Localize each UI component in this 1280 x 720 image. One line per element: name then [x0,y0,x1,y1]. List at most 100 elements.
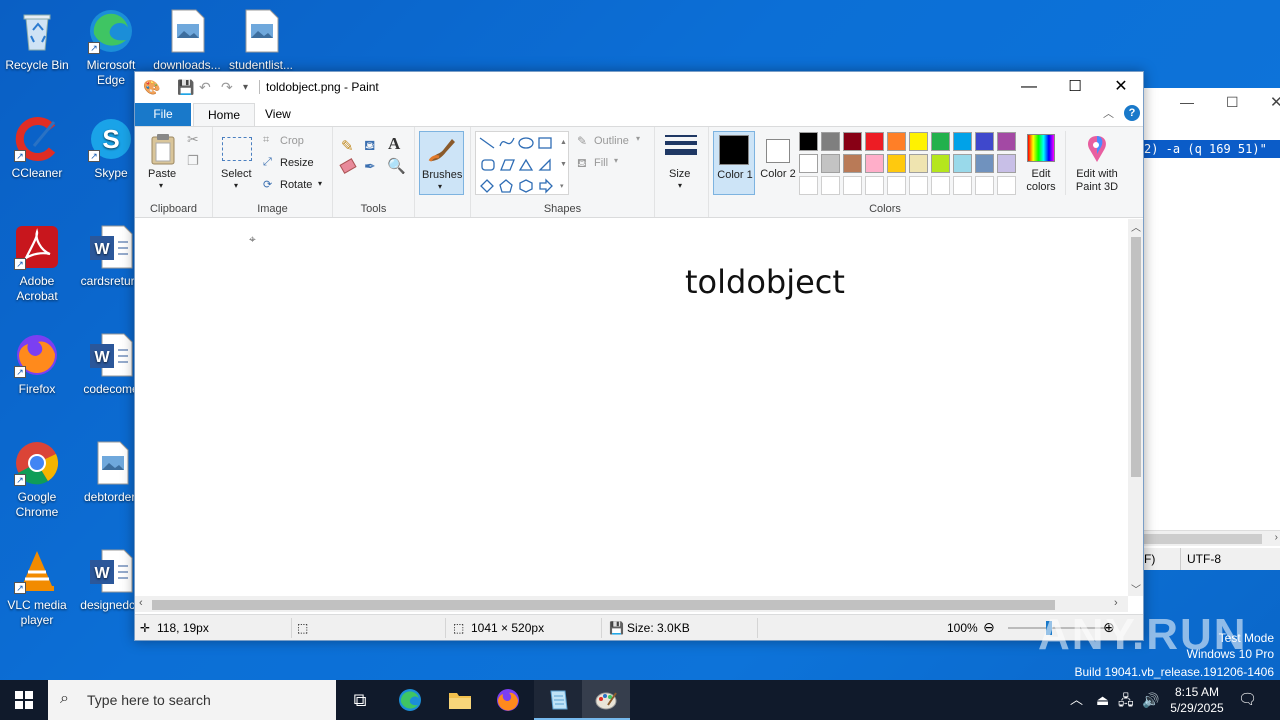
palette-color-swatch[interactable] [887,154,906,173]
desktop-icon-firefox[interactable]: ↗ Firefox [2,332,72,397]
show-hidden-icons[interactable]: ︿ [1070,680,1083,720]
color-picker-icon[interactable]: ✒ [364,158,376,175]
desktop-icon-vlc[interactable]: ↗ VLC media player [2,548,72,628]
notifications-icon[interactable]: 🗨 [1238,680,1257,720]
paste-dropdown-icon[interactable]: ▾ [159,181,163,190]
cut-icon[interactable]: ✂ [187,131,199,148]
edit-colors-button[interactable]: Edit colors [1021,131,1061,195]
tab-view[interactable]: View [251,103,305,126]
palette-color-swatch[interactable] [821,154,840,173]
taskbar-notepad[interactable] [534,680,582,720]
taskbar-search[interactable]: ⌕ Type here to search [48,680,336,720]
palette-color-swatch[interactable] [865,154,884,173]
palette-color-swatch[interactable] [821,132,840,151]
palette-color-swatch[interactable] [931,176,950,195]
scroll-right-icon[interactable]: › [1114,597,1118,609]
eraser-icon[interactable] [339,158,357,174]
paste-button[interactable]: Paste ▾ [143,133,183,195]
scroll-right-icon[interactable]: › [1275,532,1278,543]
start-button[interactable] [0,680,48,720]
rotate-dropdown-icon[interactable]: ▾ [318,179,322,188]
palette-color-swatch[interactable] [799,176,818,195]
palette-color-swatch[interactable] [843,154,862,173]
clock[interactable]: 8:15 AM 5/29/2025 [1166,680,1228,720]
crop-button[interactable]: Crop [280,135,304,147]
save-icon[interactable]: 💾 [177,79,194,96]
maximize-icon[interactable]: ☐ [1226,94,1239,111]
palette-color-swatch[interactable] [865,176,884,195]
resize-button[interactable]: Resize [280,157,314,169]
desktop-icon-chrome[interactable]: ↗ Google Chrome [2,440,72,520]
usb-icon[interactable]: ⏏ [1096,680,1109,720]
palette-color-swatch[interactable] [975,154,994,173]
text-tool-icon[interactable]: A [388,134,400,154]
pencil-icon[interactable]: ✎ [341,137,354,155]
customize-quick-access-icon[interactable]: ▾ [243,82,248,93]
edit-with-paint3d-button[interactable]: Edit with Paint 3D [1065,131,1125,195]
scroll-up-icon[interactable]: ︿ [1131,219,1141,234]
scroll-left-icon[interactable]: ‹ [139,597,143,609]
paint-window[interactable]: 🎨 💾 ↶ ↷ ▾ toldobject.png - Paint — ☐ ✕ F… [134,71,1144,641]
palette-color-swatch[interactable] [997,176,1016,195]
maximize-icon[interactable]: ☐ [1052,72,1098,102]
background-window[interactable]: — ☐ ✕ 2) -a (q 169 51)" › F) UTF-8 [1144,88,1280,570]
vertical-scrollbar[interactable]: ︿ ﹀ [1128,219,1143,596]
horizontal-scrollbar[interactable]: › [1144,530,1280,546]
desktop-icon-studentlist[interactable]: studentlist... [226,8,296,73]
palette-color-swatch[interactable] [953,132,972,151]
volume-icon[interactable]: 🔊 [1142,680,1159,720]
brushes-dropdown-icon[interactable]: ▾ [438,182,442,191]
drawing-canvas[interactable]: ⌖ toldobject [135,219,1128,596]
palette-color-swatch[interactable] [997,154,1016,173]
rotate-icon[interactable]: ⟳ [263,178,272,191]
palette-color-swatch[interactable] [909,154,928,173]
select-dropdown-icon[interactable]: ▾ [234,181,238,190]
desktop-icon-recycle-bin[interactable]: Recycle Bin [2,8,72,73]
taskbar-firefox[interactable] [484,680,532,720]
outline-button[interactable]: Outline [594,135,629,147]
background-window-titlebar[interactable]: — ☐ ✕ [1144,88,1280,120]
horizontal-scrollbar[interactable]: ‹ › [135,596,1128,612]
undo-icon[interactable]: ↶ [199,79,211,96]
palette-color-swatch[interactable] [953,176,972,195]
crop-icon[interactable]: ⌗ [263,134,269,147]
palette-color-swatch[interactable] [887,176,906,195]
scroll-down-icon[interactable]: ﹀ [1131,581,1141,596]
paint-titlebar[interactable]: 🎨 💾 ↶ ↷ ▾ toldobject.png - Paint — ☐ ✕ [135,72,1143,102]
close-icon[interactable]: ✕ [1270,93,1280,111]
palette-color-swatch[interactable] [975,176,994,195]
palette-color-swatch[interactable] [821,176,840,195]
fill-button[interactable]: Fill [594,157,608,169]
palette-color-swatch[interactable] [843,176,862,195]
palette-color-swatch[interactable] [909,176,928,195]
shapes-gallery[interactable]: ▲ ▼ ▾ [475,131,569,195]
magnifier-icon[interactable]: 🔍 [387,157,406,175]
fill-icon[interactable]: ⛾ [577,156,587,172]
select-button[interactable]: Select ▾ [219,133,255,195]
brushes-button[interactable]: Brushes ▾ [419,131,464,195]
fill-dropdown-icon[interactable]: ▾ [614,156,618,165]
network-icon[interactable]: 🖧 [1118,680,1134,720]
palette-color-swatch[interactable] [997,132,1016,151]
fill-bucket-icon[interactable]: ⛾ [364,137,375,156]
outline-dropdown-icon[interactable]: ▾ [636,134,640,143]
desktop-icon-ccleaner[interactable]: ↗ CCleaner [2,116,72,181]
rotate-button[interactable]: Rotate [280,179,312,191]
horizontal-scrollbar-thumb[interactable] [152,600,1055,610]
size-dropdown-icon[interactable]: ▾ [678,181,682,190]
redo-icon[interactable]: ↷ [221,79,233,96]
minimize-icon[interactable]: — [1180,94,1194,110]
close-icon[interactable]: ✕ [1098,72,1144,102]
help-icon[interactable]: ? [1124,105,1140,121]
desktop-icon-downloads[interactable]: downloads... [152,8,222,73]
desktop-icon-acrobat[interactable]: ↗ Adobe Acrobat [2,224,72,304]
palette-color-swatch[interactable] [953,154,972,173]
palette-color-swatch[interactable] [909,132,928,151]
size-button[interactable]: Size ▾ [663,133,701,195]
color1-button[interactable]: Color 1 [713,131,755,195]
task-view-button[interactable]: ⧉ [336,680,384,720]
palette-color-swatch[interactable] [975,132,994,151]
palette-color-swatch[interactable] [799,154,818,173]
scrollbar-thumb[interactable] [1144,534,1262,544]
zoom-out-icon[interactable]: ⊖ [983,619,995,636]
